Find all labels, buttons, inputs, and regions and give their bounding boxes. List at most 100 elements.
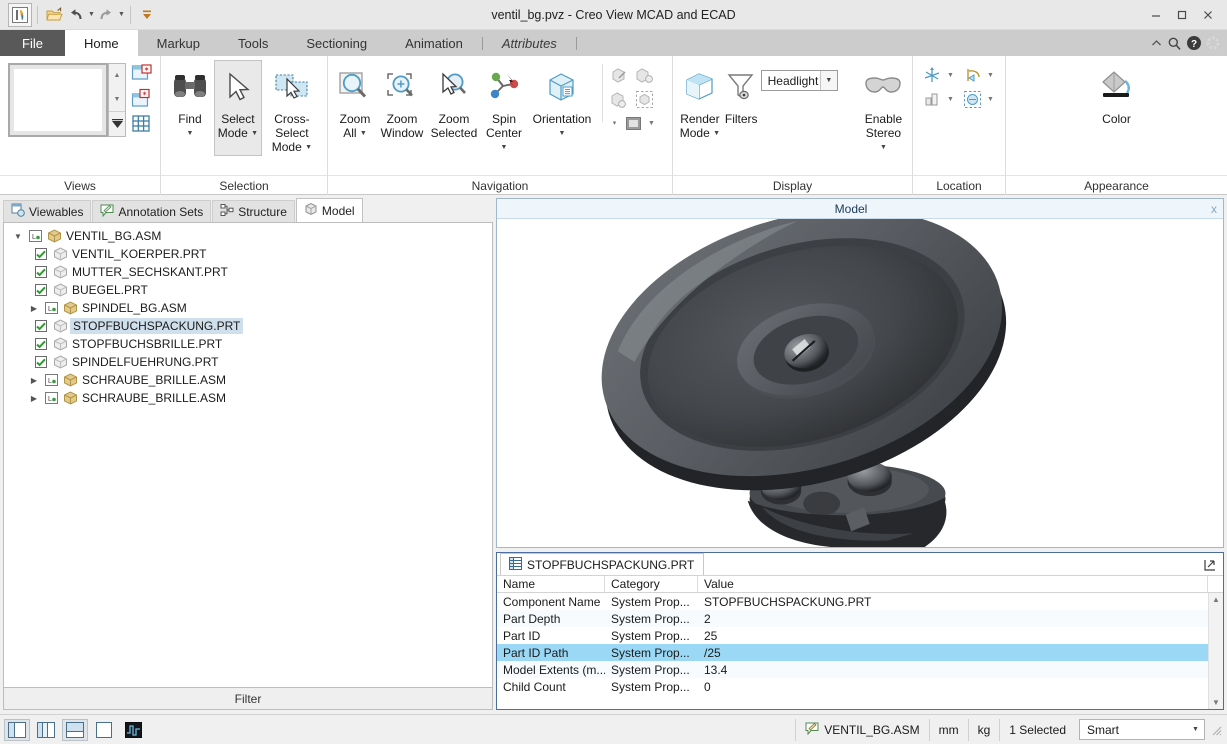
views-gallery[interactable] — [8, 63, 108, 137]
spin-center-dropdown-icon[interactable]: ▼ — [501, 144, 508, 151]
open-icon[interactable] — [43, 4, 65, 26]
lighting-select-dropdown-icon[interactable]: ▼ — [820, 71, 837, 90]
tree-twisty-expanded-icon[interactable]: ▼ — [10, 232, 26, 241]
tree-state-icon[interactable]: L — [42, 392, 60, 404]
lighting-select[interactable]: Headlight ▼ — [761, 70, 838, 91]
filter-bar[interactable]: Filter — [3, 688, 493, 710]
zoom-selected-button[interactable]: ZoomSelected — [427, 60, 481, 156]
tree-row-mutter-sechskant-prt[interactable]: MUTTER_SECHSKANT.PRT — [4, 263, 492, 281]
resize-grip-icon[interactable] — [1209, 723, 1223, 737]
layout-graph-button[interactable] — [120, 719, 146, 741]
select-mode-status-dropdown-icon[interactable]: ▼ — [1187, 726, 1204, 733]
view-manager-icon[interactable] — [131, 113, 153, 135]
orientation-button[interactable]: Orientation▼ — [527, 60, 597, 156]
hide-part-icon[interactable] — [633, 64, 655, 86]
tree-twisty-collapsed-icon[interactable]: ▶ — [26, 376, 42, 385]
undo-dropdown-icon[interactable]: ▼ — [88, 11, 95, 18]
tab-structure[interactable]: Structure — [212, 200, 295, 222]
tree-row-ventil-koerper-prt[interactable]: VENTIL_KOERPER.PRT — [4, 245, 492, 263]
redo-dropdown-icon[interactable]: ▼ — [118, 11, 125, 18]
rotate-component-icon[interactable] — [961, 64, 983, 86]
search-icon[interactable] — [1167, 36, 1182, 51]
table-row[interactable]: Part ID System Prop... 25 — [497, 627, 1208, 644]
views-gallery-more-icon[interactable] — [109, 111, 125, 136]
zoom-all-button[interactable]: ZoomAll ▼ — [333, 60, 377, 156]
tree-twisty-collapsed-icon[interactable]: ▶ — [26, 304, 42, 313]
tree-row-stopfbuchspackung-prt[interactable]: STOPFBUCHSPACKUNG.PRT — [4, 317, 492, 335]
tree-checkbox[interactable] — [32, 338, 50, 350]
views-scroll-down-icon[interactable]: ▼ — [109, 88, 125, 112]
customize-icon[interactable] — [136, 4, 158, 26]
expand-panel-icon[interactable] — [1203, 558, 1223, 575]
redo-icon[interactable] — [95, 4, 117, 26]
render-mode-dropdown-icon[interactable]: ▼ — [713, 130, 720, 137]
select-mode-status-select[interactable]: Smart ▼ — [1079, 719, 1205, 740]
transform-region-dropdown-icon[interactable]: ▼ — [986, 96, 995, 103]
tree-row-schraube-brille-asm-2[interactable]: ▶ L SCHRAUBE_BRILLE.ASM — [4, 389, 492, 407]
scroll-down-icon[interactable]: ▼ — [1212, 698, 1220, 707]
align-component-icon[interactable] — [921, 88, 943, 110]
tab-tools[interactable]: Tools — [219, 30, 287, 56]
status-length-units[interactable]: mm — [929, 719, 968, 741]
tab-viewables[interactable]: Viewables — [3, 200, 91, 222]
tree-state-icon[interactable]: L — [42, 302, 60, 314]
move-component-icon[interactable] — [921, 64, 943, 86]
align-component-dropdown-icon[interactable]: ▼ — [946, 96, 955, 103]
rotate-component-dropdown-icon[interactable]: ▼ — [986, 72, 995, 79]
properties-scrollbar[interactable]: ▲ ▼ — [1208, 593, 1223, 709]
find-dropdown-icon[interactable]: ▼ — [186, 130, 193, 137]
create-view-icon[interactable]: ✶ — [131, 63, 153, 85]
tree-row-spindelfuehrung-prt[interactable]: SPINDELFUEHRUNG.PRT — [4, 353, 492, 371]
layout-full-button[interactable] — [91, 719, 117, 741]
zoom-all-dropdown-icon[interactable]: ▼ — [360, 130, 367, 137]
tree-checkbox[interactable] — [32, 248, 50, 260]
transform-region-icon[interactable] — [961, 88, 983, 110]
render-mode-button[interactable]: RenderMode ▼ — [678, 60, 722, 156]
tree-state-icon[interactable]: L — [26, 230, 44, 242]
tab-model[interactable]: Model — [296, 198, 363, 222]
tree-row-schraube-brille-asm-1[interactable]: ▶ L SCHRAUBE_BRILLE.ASM — [4, 371, 492, 389]
model-tree[interactable]: ▼ L VENTIL_BG.ASM VENT — [3, 222, 493, 688]
viewport-close-icon[interactable]: x — [1205, 202, 1223, 216]
tree-row-ventil-bg-asm[interactable]: ▼ L VENTIL_BG.ASM — [4, 227, 492, 245]
display-options-icon[interactable] — [622, 112, 644, 134]
layout-two-column-button[interactable] — [33, 719, 59, 741]
column-header-value[interactable]: Value — [698, 576, 1208, 592]
table-row[interactable]: Child Count System Prop... 0 — [497, 678, 1208, 695]
tree-checkbox[interactable] — [32, 320, 50, 332]
collapse-ribbon-icon[interactable] — [1150, 37, 1163, 50]
spin-center-button[interactable]: SpinCenter ▼ — [481, 60, 527, 156]
orientation-dropdown-icon[interactable]: ▼ — [559, 130, 566, 137]
color-button[interactable]: Color — [1089, 60, 1145, 156]
table-row[interactable]: Component Name System Prop... STOPFBUCHS… — [497, 593, 1208, 610]
display-options-dropdown-icon[interactable]: ▼ — [647, 120, 656, 127]
update-view-icon[interactable]: ✶ — [131, 88, 153, 110]
tree-checkbox[interactable] — [32, 284, 50, 296]
tab-annotation-sets[interactable]: Annotation Sets — [92, 200, 211, 222]
select-mode-button[interactable]: SelectMode ▼ — [214, 60, 262, 156]
table-row-selected[interactable]: Part ID Path System Prop... /25 — [497, 644, 1208, 661]
enable-stereo-button[interactable]: EnableStereo ▼ — [860, 60, 907, 156]
options-icon[interactable] — [1206, 36, 1220, 50]
filters-button[interactable]: Filters — [722, 60, 761, 156]
tab-sectioning[interactable]: Sectioning — [287, 30, 386, 56]
cross-select-mode-button[interactable]: Cross-SelectMode ▼ — [262, 60, 322, 156]
column-header-name[interactable]: Name — [497, 576, 605, 592]
zoom-window-button[interactable]: ZoomWindow — [377, 60, 427, 156]
views-scroll-up-icon[interactable]: ▲ — [109, 64, 125, 88]
tab-markup[interactable]: Markup — [138, 30, 219, 56]
model-canvas[interactable] — [497, 219, 1223, 547]
minimize-icon[interactable] — [1143, 4, 1169, 26]
tab-animation[interactable]: Animation — [386, 30, 482, 56]
pick-part-icon[interactable] — [608, 64, 630, 86]
table-row[interactable]: Model Extents (m... System Prop... 13.4 — [497, 661, 1208, 678]
column-header-category[interactable]: Category — [605, 576, 698, 592]
tree-row-spindel-bg-asm[interactable]: ▶ L SPINDEL_BG.ASM — [4, 299, 492, 317]
undo-icon[interactable] — [65, 4, 87, 26]
table-row[interactable]: Part Depth System Prop... 2 — [497, 610, 1208, 627]
display-options-left-caret-icon[interactable]: ▾ — [610, 119, 619, 127]
isolate-part-icon[interactable] — [633, 88, 655, 110]
help-icon[interactable]: ? — [1186, 35, 1202, 51]
tree-row-stopfbuchsbrille-prt[interactable]: STOPFBUCHSBRILLE.PRT — [4, 335, 492, 353]
status-mass-units[interactable]: kg — [968, 719, 1000, 741]
